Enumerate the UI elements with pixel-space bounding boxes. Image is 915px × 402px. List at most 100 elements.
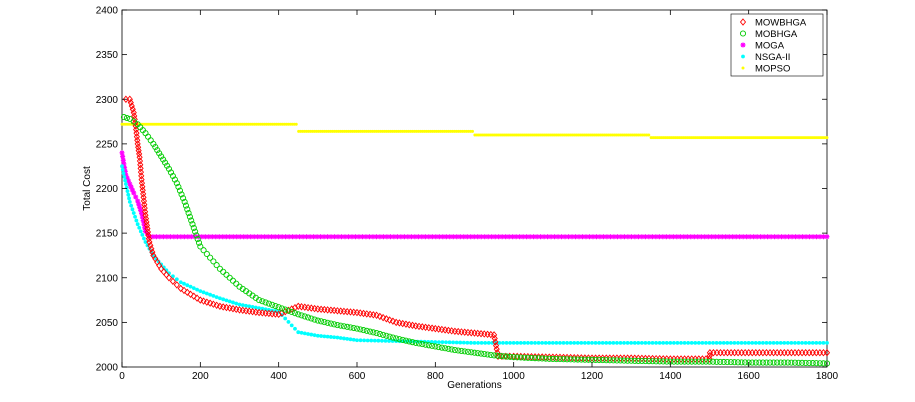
data-point	[440, 340, 445, 345]
data-point	[768, 341, 772, 345]
data-point	[632, 341, 637, 345]
x-tick-label: 800	[427, 371, 444, 382]
data-point	[575, 341, 580, 345]
data-point	[224, 298, 229, 303]
data-point	[796, 341, 801, 345]
data-point	[198, 289, 203, 294]
data-point	[504, 341, 509, 345]
data-point	[807, 341, 812, 345]
data-point	[550, 341, 555, 345]
y-tick-label: 2050	[96, 318, 119, 329]
data-point	[625, 341, 630, 345]
data-point	[472, 341, 477, 345]
data-point	[647, 341, 651, 345]
data-point	[208, 292, 213, 297]
data-point	[461, 340, 466, 345]
data-point	[711, 341, 715, 345]
data-point	[593, 341, 598, 345]
data-point	[761, 341, 765, 345]
data-point	[234, 301, 239, 306]
data-point	[221, 297, 226, 302]
data-point	[664, 341, 669, 345]
y-tick-label: 2400	[96, 6, 119, 17]
data-point	[451, 340, 456, 345]
data-point	[283, 316, 288, 321]
data-point	[129, 203, 134, 208]
data-point	[607, 341, 612, 345]
y-tick-label: 2200	[96, 184, 119, 195]
data-point	[345, 336, 350, 341]
data-point	[362, 338, 367, 343]
data-point	[736, 341, 740, 345]
data-point	[182, 281, 186, 286]
data-point	[536, 341, 541, 345]
data-point	[174, 277, 179, 282]
data-point	[195, 287, 199, 292]
data-point	[218, 296, 222, 301]
y-axis-label: Total Cost	[82, 166, 93, 211]
plot-area	[121, 9, 828, 368]
data-point	[355, 338, 359, 343]
data-point	[725, 341, 730, 345]
data-point	[782, 341, 787, 345]
data-point	[721, 341, 726, 345]
data-point	[296, 330, 301, 335]
chart: 0 200 400 600 800 1000 1200 1400 1600 1800 2000 205…	[82, 6, 839, 392]
data-point	[376, 338, 381, 343]
data-point	[785, 341, 790, 345]
data-point	[518, 341, 523, 345]
data-point	[380, 338, 384, 343]
data-point	[191, 286, 196, 291]
data-point	[214, 295, 219, 299]
data-point	[668, 341, 673, 345]
data-point	[682, 341, 687, 345]
data-point	[231, 300, 235, 305]
x-tick-label: 400	[270, 371, 287, 382]
data-point	[122, 174, 127, 179]
data-point	[134, 218, 139, 223]
data-point	[707, 341, 712, 345]
data-point	[244, 303, 248, 308]
data-point	[647, 133, 651, 137]
legend-entry: MOWBHGA	[755, 17, 807, 28]
legend: MOWBHGAMOBHGAMOGANSGA-IIMOPSO	[730, 13, 824, 77]
data-point	[332, 335, 337, 340]
data-point	[315, 333, 320, 338]
data-point	[618, 341, 623, 345]
data-point	[348, 337, 353, 342]
data-point	[750, 341, 755, 345]
data-point	[322, 334, 327, 339]
data-point	[739, 341, 744, 345]
y-tick-label: 2000	[96, 363, 119, 374]
data-point	[240, 303, 245, 308]
data-point	[123, 178, 128, 183]
y-tick-label: 2350	[96, 50, 119, 61]
data-point	[565, 341, 569, 345]
data-point	[476, 341, 480, 345]
data-point	[597, 341, 602, 345]
data-point	[365, 338, 370, 343]
data-point	[142, 236, 146, 241]
data-point	[185, 283, 190, 288]
data-point	[547, 341, 552, 345]
data-point	[335, 335, 340, 340]
x-tick-label: 200	[192, 371, 209, 382]
data-point	[515, 341, 520, 345]
data-point	[533, 341, 537, 345]
data-point	[810, 341, 815, 345]
data-point	[793, 341, 797, 345]
data-point	[138, 229, 143, 234]
data-point	[127, 199, 132, 204]
data-point	[579, 341, 584, 345]
data-point	[294, 122, 298, 126]
data-point	[178, 280, 183, 285]
data-point	[543, 341, 548, 345]
data-point	[125, 189, 130, 194]
x-axis-label: Generations	[447, 380, 501, 391]
data-point	[522, 341, 527, 345]
data-point	[764, 341, 769, 345]
data-point	[586, 341, 591, 345]
data-point	[743, 341, 748, 345]
data-point	[312, 333, 317, 338]
data-point	[372, 338, 377, 343]
